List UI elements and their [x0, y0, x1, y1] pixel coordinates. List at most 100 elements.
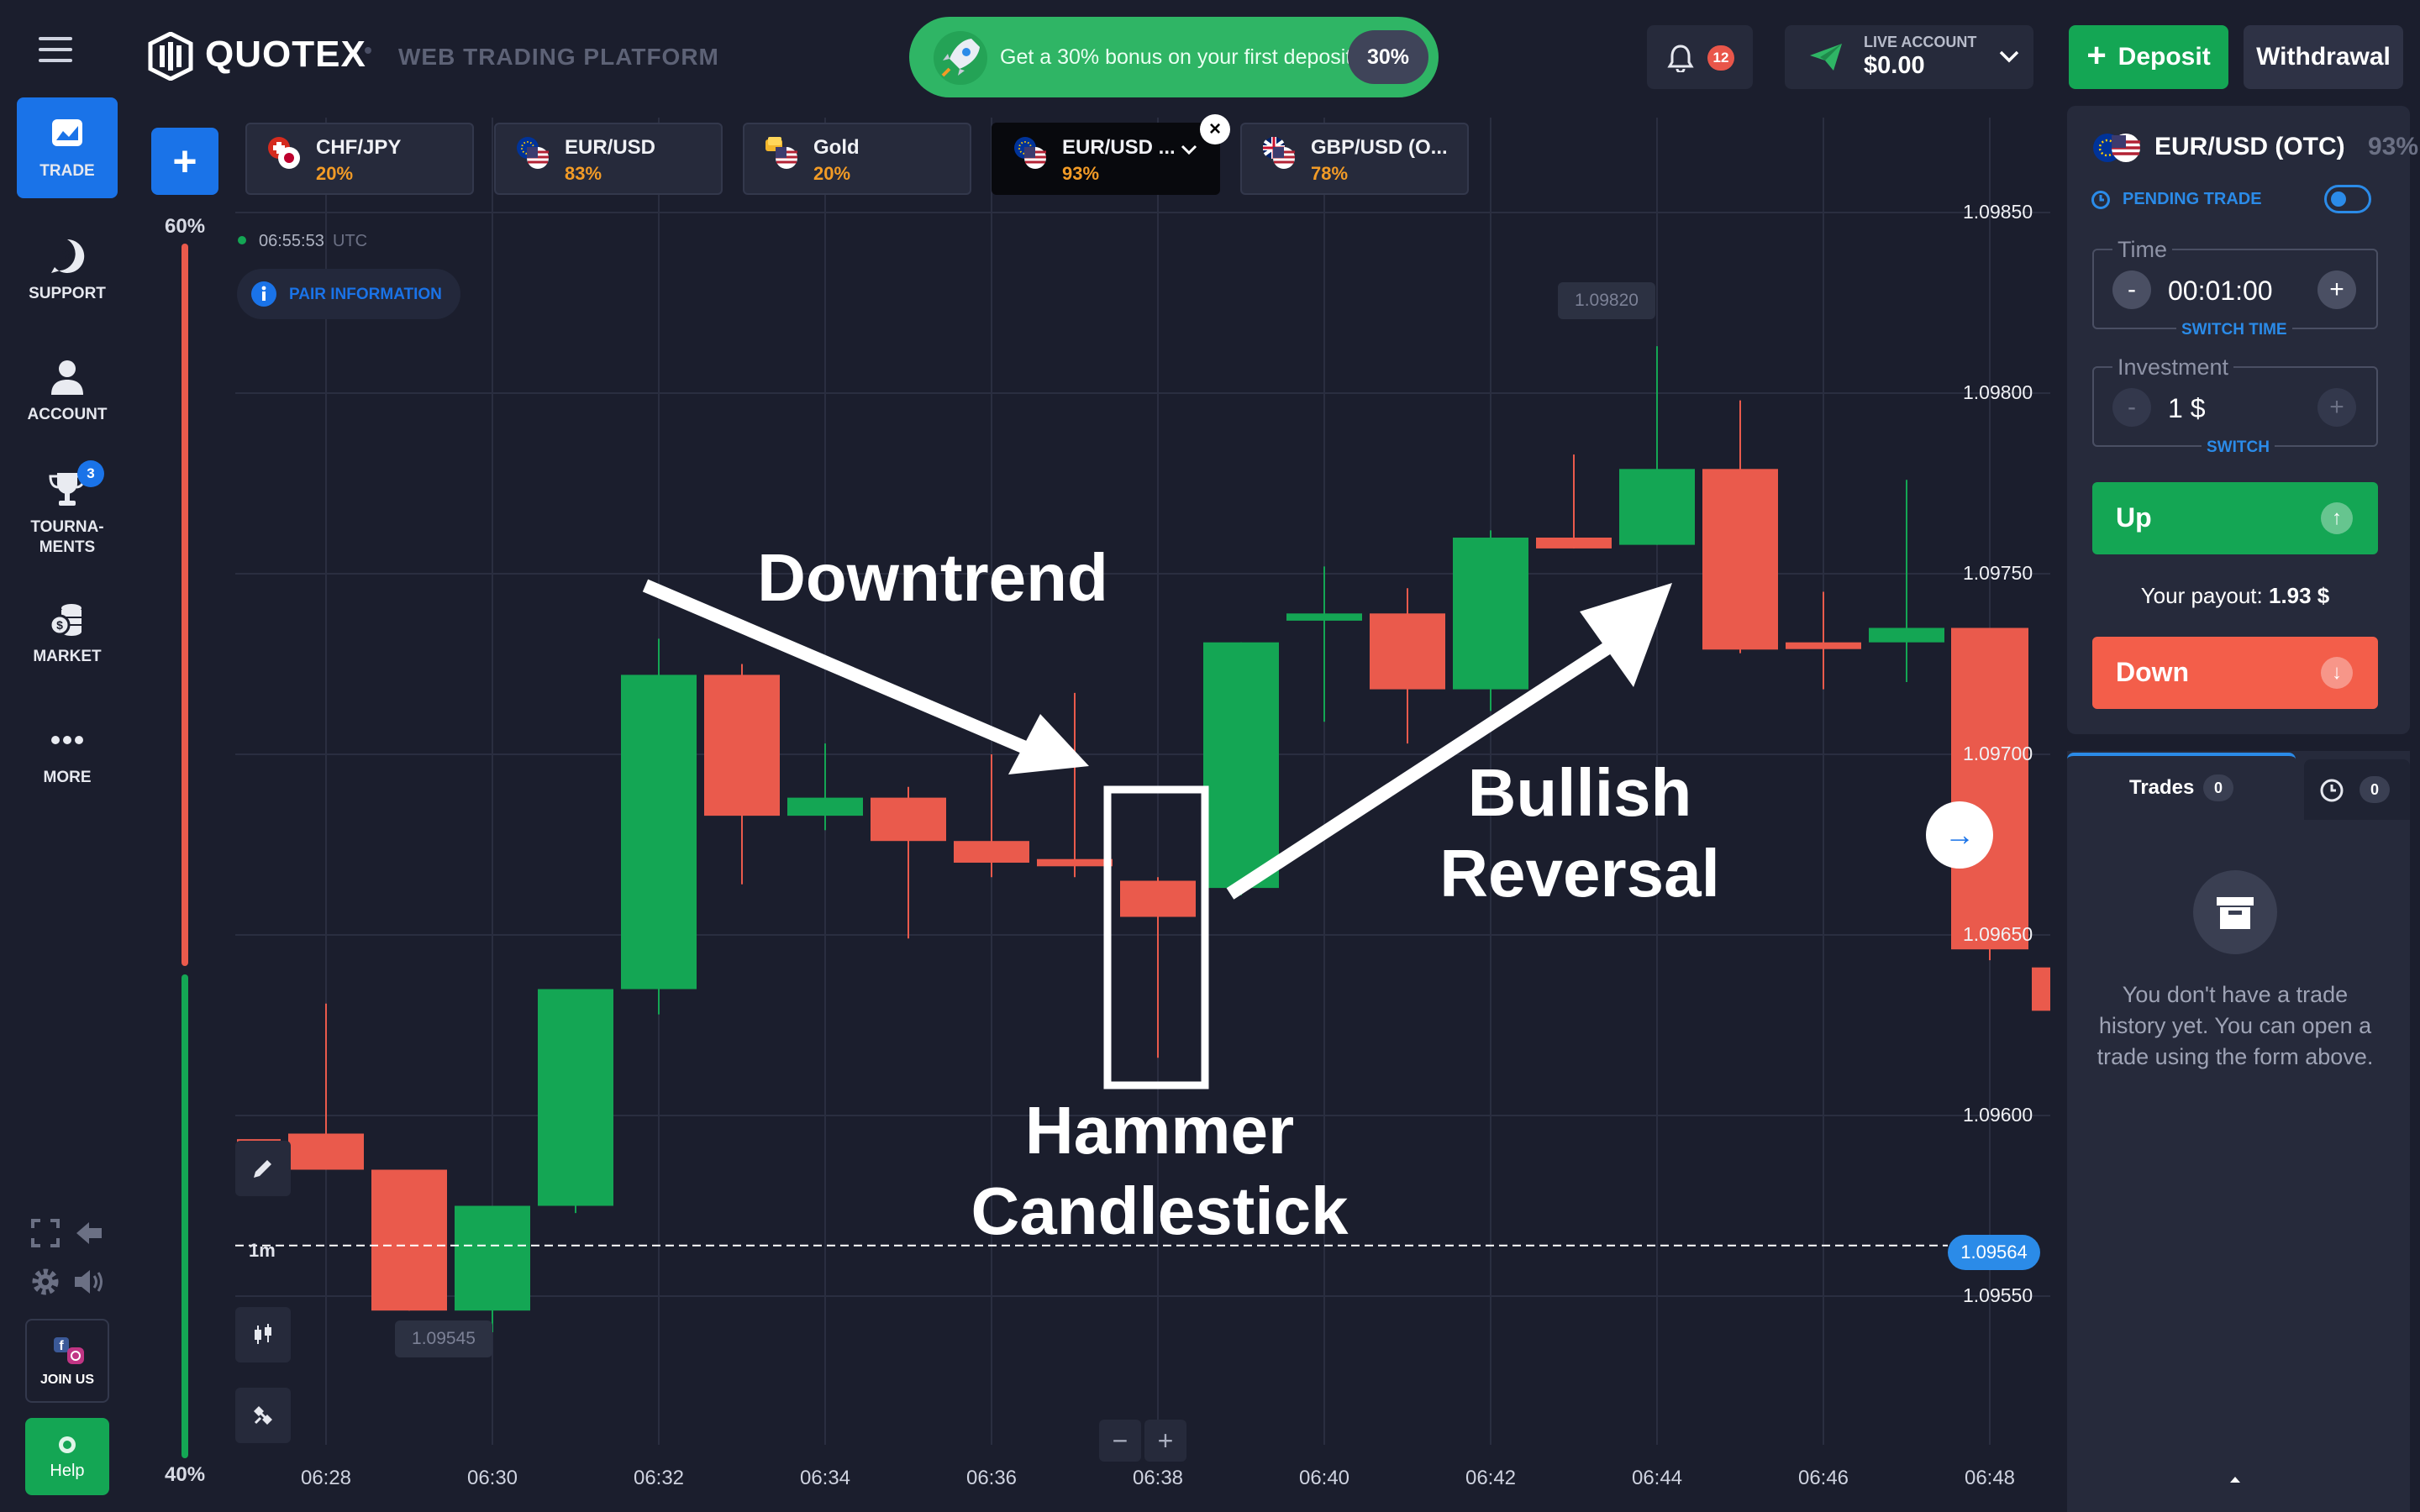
timeframe-button[interactable]: 1m [249, 1240, 276, 1262]
time-legend: Time [2112, 237, 2172, 263]
asset-name: CHF/JPY [316, 136, 402, 159]
payout-value: 1.93 $ [2268, 583, 2330, 608]
pending-count-badge: 0 [2360, 776, 2390, 803]
candle-body [704, 675, 780, 816]
sentiment-bar-sell [182, 244, 188, 966]
x-tick-label: 06:40 [1298, 1467, 1350, 1489]
sentiment-top-percent: 60% [165, 215, 206, 238]
y-tick-label: 1.09750 [1963, 562, 2033, 584]
candle-body [954, 841, 1029, 863]
time-value[interactable]: 00:01:00 [2168, 276, 2273, 307]
candle [1453, 530, 1528, 711]
pending-trade-toggle[interactable] [2324, 185, 2371, 213]
candle [288, 1003, 364, 1170]
reversal-arrow-head [1580, 583, 1672, 687]
candle [871, 786, 946, 939]
up-button[interactable]: Up ↑ [2092, 482, 2378, 554]
zoom-in-button[interactable]: + [1144, 1420, 1186, 1462]
asset-name: GBP/USD (O... [1311, 136, 1448, 159]
candle-body [1453, 538, 1528, 690]
investment-decrease-button[interactable]: - [2112, 388, 2151, 427]
drawing-tool-button[interactable] [235, 1141, 291, 1196]
candle-body [1286, 613, 1362, 621]
trades-panel [2067, 751, 2410, 1512]
candle-body [1536, 538, 1612, 549]
asset-payout: 20% [316, 163, 354, 184]
asset-name: EUR/USD [565, 136, 656, 159]
investment-value[interactable]: 1 $ [2168, 393, 2205, 424]
up-label: Up [2116, 502, 2152, 533]
high-price-tag: 1.09820 [1558, 282, 1655, 319]
candle [1286, 566, 1362, 722]
candle [538, 989, 613, 1214]
y-tick-label: 1.09600 [1963, 1104, 2033, 1126]
payout-line: Your payout: 1.93 $ [2092, 583, 2378, 609]
investment-legend: Investment [2112, 354, 2234, 381]
candle-body [1702, 469, 1778, 650]
candle-body [1786, 642, 1861, 649]
current-price-badge: 1.09564 [1948, 1235, 2040, 1270]
scroll-to-latest-button[interactable]: → [1926, 801, 1993, 869]
down-label: Down [2116, 657, 2190, 687]
withdrawal-button[interactable]: Withdrawal [2244, 25, 2403, 89]
candle [1370, 588, 1445, 744]
pencil-icon [254, 1160, 271, 1178]
asset-tab-gold[interactable]: Gold 20% [743, 123, 971, 195]
pair-information-button[interactable]: PAIR INFORMATION [237, 269, 460, 319]
x-tick-label: 06:32 [633, 1467, 685, 1489]
candle-body [1370, 613, 1445, 690]
annotation-bullish: Bullish [1467, 755, 1692, 830]
chart-type-button[interactable] [235, 1307, 291, 1362]
arrow-right-icon: → [1944, 817, 1975, 852]
close-tab-icon[interactable]: × [1200, 114, 1230, 144]
box-icon [2217, 897, 2254, 929]
candle [1869, 480, 1944, 682]
candle [787, 743, 863, 831]
clock-timezone: UTC [333, 232, 368, 250]
chevron-down-icon[interactable] [1180, 143, 1198, 156]
add-asset-button[interactable]: + [151, 128, 218, 195]
caret-up-icon[interactable] [2228, 1475, 2242, 1483]
asset-tab-gbp-usd[interactable]: GBP/USD (O... 78% [1240, 123, 1469, 195]
clock-icon [2091, 191, 2110, 209]
asset-tab-eur-usd[interactable]: EUR/USD 83% [494, 123, 723, 195]
asset-payout: 93% [1062, 163, 1100, 184]
payout-label: Your payout: [2140, 583, 2263, 608]
candle-body [1120, 880, 1196, 917]
down-button[interactable]: Down ↓ [2092, 637, 2378, 709]
x-tick-label: 06:42 [1465, 1467, 1517, 1489]
x-tick-label: 06:30 [466, 1467, 518, 1489]
candle-body [787, 797, 863, 816]
investment-increase-button[interactable]: + [2317, 388, 2356, 427]
sentiment-bar-buy [182, 974, 188, 1458]
deposit-label: Deposit [2118, 43, 2211, 71]
time-decrease-button[interactable]: - [2112, 270, 2151, 309]
asset-tab-chf-jpy[interactable]: CHF/JPY 20% [245, 123, 474, 195]
arrow-down-icon: ↓ [2321, 657, 2353, 689]
switch-link[interactable]: SWITCH [2202, 438, 2275, 457]
satellite-icon [254, 1406, 272, 1425]
x-tick-label: 06:46 [1797, 1467, 1849, 1489]
arrow-up-icon: ↑ [2321, 502, 2353, 534]
pair-information-label: PAIR INFORMATION [289, 286, 442, 303]
candle [1702, 400, 1778, 654]
deposit-button[interactable]: + Deposit [2069, 25, 2228, 89]
asset-payout: 20% [813, 163, 851, 184]
tab-pending-trades[interactable]: 0 [2304, 759, 2410, 820]
candle [1203, 642, 1279, 895]
asset-tab-eur-usd-otc[interactable]: EUR/USD ... 93% [992, 123, 1220, 195]
clock-icon [2320, 779, 2344, 802]
candle-body [538, 989, 613, 1206]
asset-payout: 83% [565, 163, 602, 184]
time-increase-button[interactable]: + [2317, 270, 2356, 309]
candle-body [871, 797, 946, 842]
x-tick-label: 06:48 [1964, 1467, 2016, 1489]
switch-time-link[interactable]: SWITCH TIME [2176, 321, 2292, 339]
indicators-button[interactable] [235, 1388, 291, 1443]
annotation-candlestick: Candlestick [971, 1173, 1349, 1248]
eur-usd-flag-icon [517, 137, 549, 169]
candle [1037, 692, 1113, 878]
gbp-usd-flag-icon [1263, 137, 1295, 169]
zoom-out-button[interactable]: − [1099, 1420, 1141, 1462]
candle [371, 1169, 447, 1311]
